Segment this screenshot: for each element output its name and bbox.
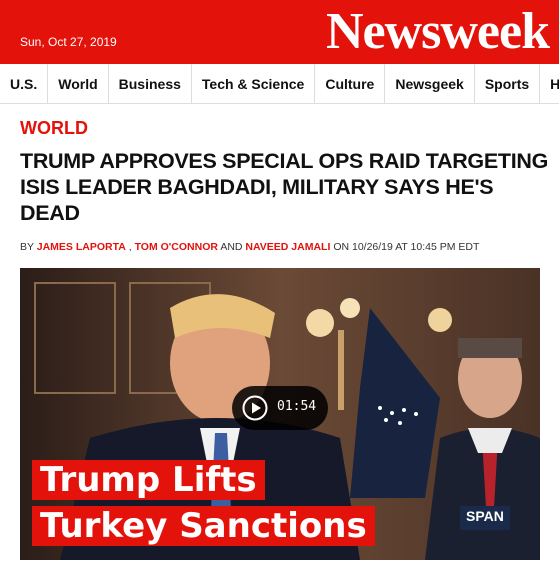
nav-item-newsgeek[interactable]: Newsgeek	[385, 64, 475, 103]
nav-item-culture[interactable]: Culture	[315, 64, 386, 103]
author-link-1[interactable]: JAMES LAPORTA	[37, 241, 126, 253]
article-headline: TRUMP APPROVES SPECIAL OPS RAID TARGETIN…	[20, 149, 549, 225]
byline-separator: ,	[128, 241, 132, 253]
video-caption-line-1: Trump Lifts	[32, 460, 265, 500]
video-player[interactable]: Trump Lifts Turkey Sanctions SPAN 01:54	[20, 268, 540, 560]
video-duration: 01:54	[277, 399, 317, 414]
play-icon[interactable]	[242, 395, 268, 421]
author-link-3[interactable]: NAVEED JAMALI	[245, 241, 330, 253]
nav-item-world[interactable]: World	[48, 64, 109, 103]
nav-item-sports[interactable]: Sports	[475, 64, 541, 103]
network-bug: SPAN	[460, 506, 510, 530]
header-date: Sun, Oct 27, 2019	[20, 35, 117, 49]
main-nav: U.S. World Business Tech & Science Culture Ne…	[0, 64, 559, 104]
video-caption-line-2: Turkey Sanctions	[32, 506, 375, 546]
publish-datetime: 10/26/19 AT 10:45 PM EDT	[351, 241, 480, 253]
byline-and: AND	[220, 241, 243, 253]
byline-on: ON	[333, 241, 350, 253]
play-button[interactable]: 01:54	[232, 386, 328, 430]
nav-item-business[interactable]: Business	[109, 64, 192, 103]
article-byline: BY JAMES LAPORTA , TOM O'CONNOR AND NAVE…	[20, 241, 555, 253]
nav-item-health[interactable]: Health	[540, 64, 559, 103]
nav-item-tech-science[interactable]: Tech & Science	[192, 64, 316, 103]
section-kicker[interactable]: WORLD	[20, 118, 88, 139]
newsweek-logo[interactable]: Newsweek	[326, 2, 550, 62]
site-header: Sun, Oct 27, 2019 Newsweek	[0, 0, 559, 64]
nav-item-us[interactable]: U.S.	[0, 64, 49, 103]
byline-prefix: BY	[20, 241, 34, 253]
author-link-2[interactable]: TOM O'CONNOR	[135, 241, 218, 253]
